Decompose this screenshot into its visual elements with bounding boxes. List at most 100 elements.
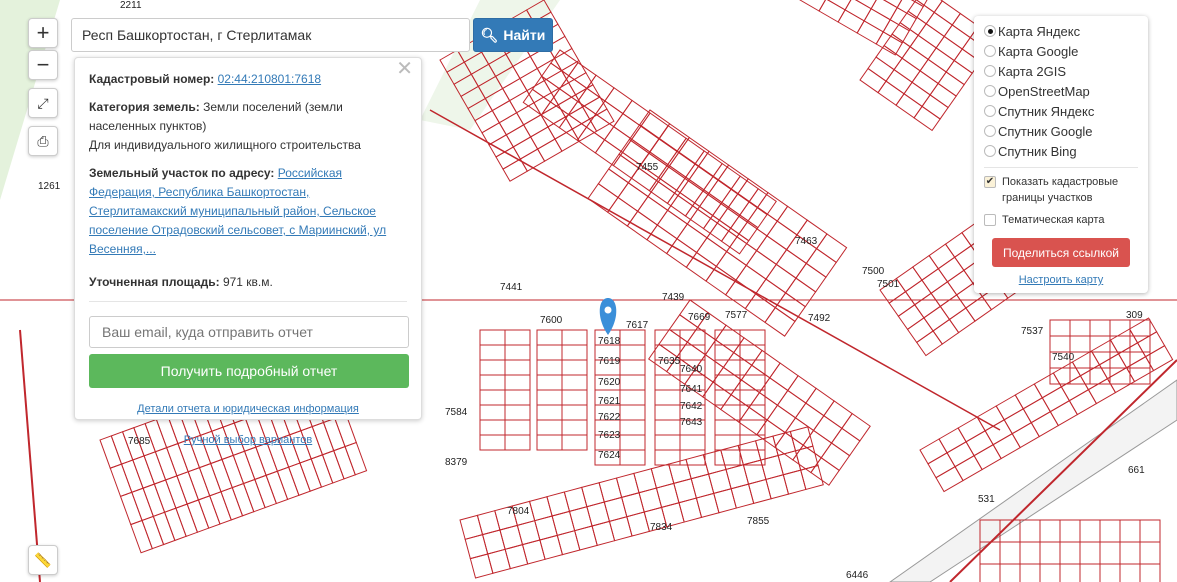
parcel[interactable]	[739, 419, 766, 436]
location-marker-icon[interactable]	[599, 298, 617, 335]
parcel[interactable]	[818, 0, 846, 23]
parcel[interactable]	[714, 449, 741, 466]
radio-icon[interactable]	[984, 85, 996, 97]
parcel[interactable]	[933, 0, 961, 26]
radio-icon[interactable]	[984, 105, 996, 117]
parcel[interactable]	[992, 433, 1021, 460]
fullscreen-icon[interactable]: ⤢	[28, 88, 58, 118]
parcel[interactable]	[141, 515, 165, 550]
cadastral-number-link[interactable]: 02:44:210801:7618	[218, 72, 321, 86]
parcel[interactable]	[210, 458, 233, 493]
parcel[interactable]	[594, 139, 624, 167]
parcel[interactable]	[744, 293, 777, 324]
zoom-in-button[interactable]: +	[28, 18, 58, 48]
parcel[interactable]	[536, 434, 563, 451]
layer-option[interactable]: OpenStreetMap	[984, 81, 1138, 101]
parcel[interactable]	[654, 419, 681, 436]
parcel[interactable]	[696, 193, 729, 224]
parcel[interactable]	[1030, 411, 1059, 438]
parcel[interactable]	[626, 511, 651, 537]
parcel[interactable]	[556, 530, 581, 556]
parcel[interactable]	[1079, 519, 1101, 543]
parcel[interactable]	[504, 404, 531, 421]
parcel[interactable]	[1089, 319, 1111, 337]
parcel[interactable]	[766, 404, 797, 434]
parcel[interactable]	[654, 389, 681, 406]
parcel[interactable]	[198, 462, 222, 497]
parcel[interactable]	[143, 451, 167, 485]
parcel[interactable]	[916, 330, 943, 357]
parcel[interactable]	[782, 469, 807, 495]
parcel[interactable]	[745, 249, 778, 280]
parcel[interactable]	[576, 87, 606, 115]
parcel[interactable]	[1069, 335, 1091, 353]
parcel[interactable]	[479, 419, 506, 436]
parcel[interactable]	[912, 254, 940, 281]
layer-option[interactable]: Спутник Bing	[984, 141, 1138, 161]
parcel[interactable]	[720, 394, 750, 423]
parcel[interactable]	[714, 434, 741, 451]
parcel[interactable]	[288, 462, 311, 496]
parcel[interactable]	[1119, 541, 1141, 565]
parcel[interactable]	[131, 487, 154, 522]
ruler-icon[interactable]: 📏	[28, 545, 58, 575]
share-link-button[interactable]: Поделиться ссылкой	[992, 238, 1130, 267]
parcel[interactable]	[714, 404, 741, 421]
parcel[interactable]	[658, 123, 691, 153]
parcel[interactable]	[504, 344, 531, 361]
parcel[interactable]	[504, 329, 531, 346]
parcel[interactable]	[186, 499, 210, 533]
parcel[interactable]	[812, 414, 843, 444]
radio-icon[interactable]	[984, 25, 996, 37]
parcel[interactable]	[784, 277, 817, 308]
close-icon[interactable]: ✕	[396, 59, 413, 79]
parcel[interactable]	[1139, 541, 1161, 565]
parcel[interactable]	[1129, 319, 1151, 337]
parcel[interactable]	[232, 450, 256, 485]
parcel[interactable]	[1019, 541, 1041, 565]
parcel[interactable]	[810, 457, 840, 486]
search-input[interactable]	[71, 18, 470, 52]
parcel[interactable]	[774, 431, 804, 461]
parcel[interactable]	[243, 446, 267, 481]
parcel[interactable]	[197, 495, 221, 529]
parcel[interactable]	[714, 344, 741, 361]
parcel[interactable]	[613, 112, 642, 141]
parcel[interactable]	[561, 359, 588, 376]
parcel[interactable]	[1119, 563, 1141, 582]
parcel[interactable]	[805, 387, 835, 417]
parcel[interactable]	[1099, 519, 1121, 543]
parcel[interactable]	[163, 507, 187, 542]
parcel[interactable]	[730, 379, 761, 409]
parcel[interactable]	[585, 113, 615, 141]
parcel[interactable]	[132, 455, 155, 489]
radio-icon[interactable]	[984, 65, 996, 77]
parcel[interactable]	[805, 247, 837, 278]
parcel[interactable]	[776, 389, 807, 419]
parcel[interactable]	[619, 434, 646, 451]
parcel[interactable]	[946, 269, 974, 296]
parcel[interactable]	[713, 488, 737, 514]
parcel[interactable]	[504, 544, 529, 570]
parcel[interactable]	[539, 534, 564, 560]
layer-option[interactable]: Карта 2GIS	[984, 61, 1138, 81]
parcel[interactable]	[794, 402, 825, 432]
parcel[interactable]	[152, 511, 176, 546]
parcel[interactable]	[536, 404, 563, 421]
parcel[interactable]	[608, 153, 640, 184]
parcel[interactable]	[603, 125, 633, 154]
parcel[interactable]	[479, 389, 506, 406]
parcel[interactable]	[561, 329, 588, 346]
parcel[interactable]	[299, 458, 323, 492]
parcel[interactable]	[706, 222, 738, 253]
parcel[interactable]	[973, 444, 1002, 471]
parcel[interactable]	[619, 359, 646, 376]
parcel[interactable]	[479, 359, 506, 376]
parcel[interactable]	[254, 474, 277, 509]
parcel[interactable]	[1059, 519, 1081, 543]
parcel[interactable]	[619, 449, 646, 466]
parcel[interactable]	[1068, 389, 1098, 416]
parcel[interactable]	[679, 329, 706, 346]
parcel[interactable]	[657, 163, 687, 191]
parcel[interactable]	[1129, 335, 1151, 353]
